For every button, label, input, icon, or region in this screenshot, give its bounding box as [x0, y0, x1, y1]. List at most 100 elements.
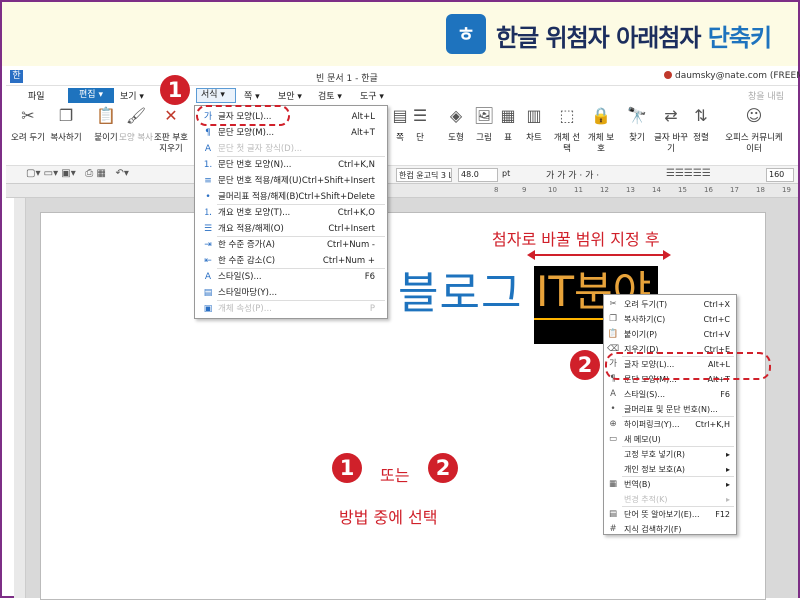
document-text[interactable]: 블로그	[398, 264, 522, 324]
step-badge-1: 1	[160, 75, 190, 105]
menu-review[interactable]: 검토 ▾	[318, 89, 342, 102]
menu-item-shortcut: Ctrl+Num -	[326, 240, 375, 250]
copy-button[interactable]: ❐ 복사하기	[48, 106, 84, 144]
menu-item[interactable]: ❐ 복사하기(C) Ctrl+C	[604, 312, 736, 327]
cut-button[interactable]: ✂ 오려 두기	[10, 108, 46, 144]
font-unit-select[interactable]: pt	[502, 169, 510, 178]
column-button[interactable]: ☰ 단	[402, 108, 438, 144]
menu-item-label: 새 메모(U)	[624, 435, 661, 444]
ruler-tick: 18	[756, 186, 765, 194]
hyperlink-icon: ⊕	[609, 419, 617, 429]
menu-item[interactable]: ≡ 문단 번호 적용/해제(U) Ctrl+Shift+Insert	[195, 173, 387, 189]
user-email: daumsky@nate.com (FREEMIL	[675, 71, 800, 81]
menu-item[interactable]: ▦ 번역(B) ▸	[604, 477, 736, 492]
menu-view[interactable]: 보기 ▾	[120, 89, 144, 102]
object-protect-label: 개체 보호	[587, 133, 615, 154]
menu-item-shortcut: Ctrl+K,N	[338, 160, 375, 170]
quick-access-icons[interactable]: ▢▾ ▭▾ ▣▾ ⎙ ▦ ↶▾	[26, 168, 129, 179]
font-size-input[interactable]: 48.0	[458, 168, 498, 182]
menu-item-label: 고정 부호 넣기(R)	[624, 450, 686, 459]
menu-security[interactable]: 보안 ▾	[278, 89, 302, 102]
menu-item-label: 한 수준 증가(A)	[218, 240, 275, 250]
menu-item-shortcut: Ctrl+Insert	[328, 224, 375, 234]
menu-item[interactable]: ⇥ 한 수준 증가(A) Ctrl+Num -	[195, 237, 387, 253]
menu-file[interactable]: 파일	[28, 89, 45, 102]
menu-tools[interactable]: 도구 ▾	[360, 89, 384, 102]
chart-label: 차트	[526, 133, 542, 143]
font-select[interactable]: 한컴 윤고딕 3 Li	[396, 168, 452, 182]
menu-tools-label: 도구	[360, 92, 377, 102]
hash-icon: #	[609, 524, 617, 534]
para-shape-icon: ¶	[205, 128, 211, 138]
char-style-buttons[interactable]: 가 가 가 · 가 ·	[546, 168, 599, 181]
title-banner: ㅎ 한글 위첨자 아래첨자 단축키	[2, 2, 798, 66]
menu-item[interactable]: ▭ 새 메모(U)	[604, 432, 736, 447]
menu-item[interactable]: A 스타일(S)... F6	[195, 269, 387, 285]
menu-item[interactable]: 고정 부호 넣기(R) ▸	[604, 447, 736, 462]
bullet-icon: •	[205, 192, 211, 202]
menu-item[interactable]: ⇤ 한 수준 감소(C) Ctrl+Num +	[195, 253, 387, 269]
sort-button[interactable]: ⇅ 정렬	[686, 108, 716, 144]
menu-item[interactable]: ⊕ 하이퍼링크(Y)... Ctrl+K,H	[604, 417, 736, 432]
format-painter-icon: 🖌	[125, 106, 147, 125]
chart-button[interactable]: ▥ 차트	[516, 108, 552, 144]
highlight-char-shape-context	[605, 352, 771, 380]
menu-item[interactable]: 개인 정보 보호(A) ▸	[604, 462, 736, 477]
menu-item-label: 글머리표 및 문단 번호(N)...	[624, 405, 718, 414]
clear-codes-button[interactable]: ✕ 조판 부호 지우기	[150, 108, 192, 155]
binoculars-icon: 🔭	[627, 106, 647, 125]
menu-format[interactable]: 서식 ▾	[196, 88, 236, 103]
user-status-icon	[664, 71, 672, 79]
range-hint: 첨자로 바꿀 범위 지정 후	[492, 230, 660, 249]
zoom-input[interactable]: 160	[766, 168, 794, 182]
object-select-button[interactable]: ⬚ 개체 선택	[552, 108, 582, 155]
menu-item-label: 문단 번호 적용/해제(U)	[218, 176, 302, 186]
copy-icon: ❐	[609, 314, 617, 324]
align-icons[interactable]: ☰☰☰☰☰	[666, 168, 711, 179]
highlight-char-shape-menu	[196, 105, 290, 126]
object-protect-button[interactable]: 🔒 개체 보호	[586, 108, 616, 155]
menu-item-label: 글머리표 적용/해제(B)	[218, 192, 299, 202]
indent-icon: ⇥	[204, 240, 212, 250]
menu-item: 변경 추적(K) ▸	[604, 492, 736, 507]
dictionary-icon: ▤	[608, 509, 618, 519]
range-arrow	[527, 250, 671, 260]
menu-item[interactable]: ¶ 문단 모양(M)... Alt+T	[195, 125, 387, 141]
user-account[interactable]: daumsky@nate.com (FREEMIL	[664, 71, 800, 81]
menu-item[interactable]: • 글머리표 적용/해제(B) Ctrl+Shift+Delete	[195, 189, 387, 205]
menu-item-label: 단어 뜻 알아보기(E)...	[624, 510, 700, 519]
menu-item[interactable]: ✂ 오려 두기(T) Ctrl+X	[604, 297, 736, 312]
menu-item[interactable]: ▤ 단어 뜻 알아보기(E)... F12	[604, 507, 736, 522]
format-copy-button[interactable]: 🖌 모양 복사	[118, 106, 154, 144]
replace-button[interactable]: ⇄ 글자 바꾸기	[654, 108, 688, 155]
menu-item-shortcut: Ctrl+C	[703, 315, 730, 324]
menu-item[interactable]: ▤ 스타일마당(Y)...	[195, 285, 387, 301]
ruler-tick: 11	[574, 186, 583, 194]
menu-item[interactable]: # 지식 검색하기(F)	[604, 522, 736, 537]
menu-item[interactable]: ☰ 개요 적용/해제(O) Ctrl+Insert	[195, 221, 387, 237]
menu-edit-label: 편집	[79, 90, 96, 100]
banner-title-main: 한글 위첨자 아래첨자	[496, 24, 708, 52]
menu-item[interactable]: 1. 문단 번호 모양(N)... Ctrl+K,N	[195, 157, 387, 173]
menu-item[interactable]: ⒈ 개요 번호 모양(T)... Ctrl+K,O	[195, 205, 387, 221]
formatting-bar: ▢▾ ▭▾ ▣▾ ⎙ ▦ ↶▾ 한컴 윤고딕 3 Li 48.0 pt 가 가 …	[6, 166, 798, 184]
menu-item[interactable]: • 글머리표 및 문단 번호(N)...	[604, 402, 736, 417]
ruler-tick: 12	[600, 186, 609, 194]
replace-label: 글자 바꾸기	[654, 133, 688, 154]
office-communicator-button[interactable]: ☺ 오피스 커뮤니케이터	[724, 108, 784, 155]
object-select-label: 개체 선택	[553, 133, 581, 154]
outdent-icon: ⇤	[204, 256, 212, 266]
ribbon-collapse-hint[interactable]: 창을 내림	[748, 89, 784, 102]
find-button[interactable]: 🔭 찾기	[622, 106, 652, 144]
outline-toggle-icon: ☰	[203, 224, 213, 234]
ruler-tick: 13	[626, 186, 635, 194]
menu-page[interactable]: 쪽 ▾	[244, 89, 260, 102]
menu-item-label: 지식 검색하기(F)	[624, 525, 682, 534]
menu-edit[interactable]: 편집 ▾	[68, 88, 114, 103]
menu-item[interactable]: 📋 붙이기(P) Ctrl+V	[604, 327, 736, 342]
instruction-select: 방법 중에 선택	[339, 508, 438, 527]
menu-item[interactable]: A 스타일(S)... F6	[604, 387, 736, 402]
copy-icon: ❐	[58, 106, 74, 125]
menu-item-label: 개요 번호 모양(T)...	[218, 208, 291, 218]
ruler-tick: 14	[652, 186, 661, 194]
